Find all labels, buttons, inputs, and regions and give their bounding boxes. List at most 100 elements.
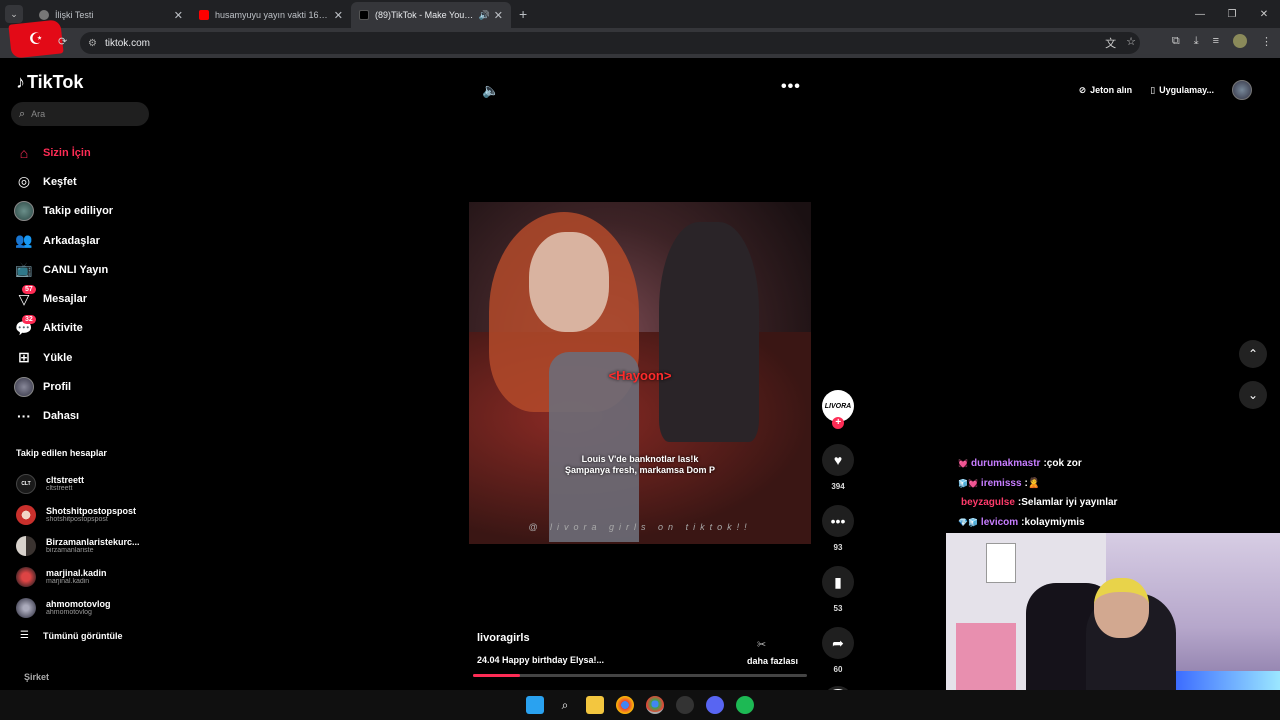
sidebar-item-profile[interactable]: Profil: [14, 372, 154, 401]
account-handle: ahmomotovlog: [46, 609, 92, 616]
company-link[interactable]: Şirket: [24, 672, 49, 682]
followed-accounts-title: Takip edilen hesaplar: [16, 448, 107, 458]
comment-action[interactable]: ••• 93: [822, 505, 854, 552]
account-handle: marjinal.kadin: [46, 578, 90, 585]
chat-text: Selamlar iyi yayınlar: [1021, 497, 1118, 509]
file-explorer-icon[interactable]: [586, 696, 604, 714]
see-all-label: Tümünü görüntüle: [42, 630, 123, 641]
close-icon[interactable]: ✕: [334, 9, 343, 22]
profile-avatar-icon[interactable]: [1233, 34, 1247, 48]
address-bar[interactable]: ⚙ tiktok.com 文 ☆: [80, 32, 1140, 54]
close-window-icon[interactable]: ✕: [1248, 0, 1280, 28]
extensions-icon[interactable]: ⧉: [1172, 35, 1180, 48]
heart-icon[interactable]: ♥: [822, 444, 854, 476]
followed-accounts-list: CLT cltstreett cltstreett Shotshitpostops…: [16, 468, 156, 623]
next-video-button[interactable]: ⌄: [1239, 381, 1267, 409]
download-icon[interactable]: ⤓: [1194, 35, 1199, 48]
home-icon: ⌂: [19, 144, 29, 161]
tiktok-logo[interactable]: ♪ TikTok: [16, 72, 83, 93]
sidebar-item-live[interactable]: 📺 CANLI Yayın: [14, 255, 154, 284]
list-item[interactable]: CLT cltstreett cltstreett: [16, 468, 156, 499]
share-action[interactable]: ➦ 60: [822, 627, 854, 674]
list-item[interactable]: marjinal.kadin marjinal.kadin: [16, 561, 156, 592]
more-options-icon[interactable]: •••: [781, 78, 801, 96]
browser-tab-3[interactable]: (89)TikTok - Make Your Day 🔊 ✕: [351, 2, 511, 28]
search-box[interactable]: ⌕: [11, 102, 149, 126]
windows-start-icon[interactable]: [526, 696, 544, 714]
see-more-button[interactable]: daha fazlası: [747, 656, 798, 666]
see-all-button[interactable]: ☰ Tümünü görüntüle: [20, 630, 122, 641]
media-controls-icon[interactable]: ≡: [1213, 35, 1219, 47]
url-text: tiktok.com: [104, 37, 150, 49]
discord-icon[interactable]: [706, 696, 724, 714]
reload-icon[interactable]: ⟳: [58, 35, 67, 48]
sidebar-item-messages[interactable]: ▽ 57 Mesajlar: [14, 284, 154, 313]
search-icon[interactable]: ⌕: [556, 696, 574, 714]
close-icon[interactable]: ✕: [174, 9, 183, 22]
account-handle: cltstreett: [46, 485, 73, 492]
spotify-icon[interactable]: [736, 696, 754, 714]
follow-plus-icon[interactable]: +: [832, 417, 844, 429]
sidebar-item-explore[interactable]: ◎ Keşfet: [14, 167, 154, 196]
list-item[interactable]: Birzamanlaristekurc... birzamanlariste: [16, 530, 156, 561]
video-author[interactable]: livoragirls: [477, 632, 530, 644]
account-name: cltstreett: [46, 475, 85, 485]
close-icon[interactable]: ✕: [494, 9, 503, 22]
brand-name: TikTok: [27, 72, 84, 92]
sidebar-item-label: Takip ediliyor: [43, 205, 114, 218]
sidebar-item-friends[interactable]: 👥 Arkadaşlar: [14, 226, 154, 255]
new-tab-button[interactable]: +: [519, 6, 527, 22]
tab-list-chevron-icon[interactable]: ⌄: [5, 5, 23, 23]
chat-text: kolaymiymis: [1024, 516, 1085, 528]
chrome-icon[interactable]: [616, 696, 634, 714]
tab-title: İlişki Testi: [55, 10, 94, 20]
comment-icon[interactable]: •••: [822, 505, 854, 537]
bookmark-icon[interactable]: ▮: [822, 566, 854, 598]
capcut-icon[interactable]: ✂: [757, 638, 766, 651]
menu-kebab-icon[interactable]: ⋮: [1261, 35, 1272, 48]
video-player[interactable]: <Hayoon> Louis V'de banknotlar las!k Şam…: [469, 202, 811, 544]
get-coins-button[interactable]: ⊘ Jeton alın: [1079, 85, 1133, 96]
sidebar-item-upload[interactable]: ⊞ Yükle: [14, 343, 154, 372]
chat-user: iremisss: [980, 477, 1022, 489]
creator-avatar[interactable]: LIVORA +: [822, 390, 854, 429]
save-action[interactable]: ▮ 53: [822, 566, 854, 613]
chat-emotes: 🧊💓: [958, 478, 978, 488]
video-watermark: @ livora girls on tiktok!!: [528, 522, 752, 532]
restore-icon[interactable]: ❐: [1216, 0, 1248, 28]
sidebar-item-following[interactable]: Takip ediliyor: [14, 197, 154, 226]
star-icon[interactable]: ☆: [1126, 35, 1136, 51]
avatar[interactable]: [1232, 80, 1252, 100]
save-count: 53: [833, 604, 843, 613]
like-action[interactable]: ♥ 394: [822, 444, 854, 491]
avatar: [16, 566, 36, 587]
list-item[interactable]: ahmomotovlog ahmomotovlog: [16, 592, 156, 623]
sidebar-item-for-you[interactable]: ⌂ Sizin İçin: [14, 138, 154, 167]
get-app-button[interactable]: ▯ Uygulamay...: [1150, 85, 1214, 96]
search-icon: ⌕: [19, 107, 26, 120]
video-progress-bar[interactable]: [473, 674, 807, 677]
obs-icon[interactable]: [676, 696, 694, 714]
list-item[interactable]: Shotshitpostopspost shotshitpostopspost: [16, 499, 156, 530]
site-info-icon[interactable]: ⚙: [88, 38, 97, 49]
video-caption-name: <Hayoon>: [608, 368, 672, 383]
sidebar-nav: ⌂ Sizin İçin ◎ Keşfet Takip ediliyor 👥 A…: [14, 138, 154, 431]
browser-tab-2[interactable]: husamyuyu yayın vakti 16 - You ✕: [191, 2, 351, 28]
top-right-actions: ⊘ Jeton alın ▯ Uygulamay...: [1079, 80, 1252, 100]
sidebar-item-label: Mesajlar: [43, 293, 88, 306]
previous-video-button[interactable]: ⌃: [1239, 340, 1267, 368]
sidebar-item-activity[interactable]: 💬 32 Aktivite: [14, 314, 154, 343]
minimize-icon[interactable]: —: [1184, 0, 1216, 28]
account-name: marjinal.kadin: [46, 568, 107, 578]
chrome-active-icon[interactable]: [646, 696, 664, 714]
avatar: [16, 504, 36, 525]
sidebar-item-more[interactable]: ··· Dahası: [14, 402, 154, 431]
stream-chat-overlay: 💓 durumakmastr: çok zor 🧊💓 iremisss: 🙎 b…: [958, 454, 1278, 532]
translate-icon[interactable]: 文: [1105, 35, 1116, 51]
get-coins-label: Jeton alın: [1090, 84, 1133, 95]
speaker-icon[interactable]: 🔈: [482, 82, 499, 99]
share-icon[interactable]: ➦: [822, 627, 854, 659]
speaker-icon[interactable]: 🔊: [479, 10, 490, 21]
search-input[interactable]: [31, 109, 132, 119]
avatar: CLT: [16, 473, 36, 494]
